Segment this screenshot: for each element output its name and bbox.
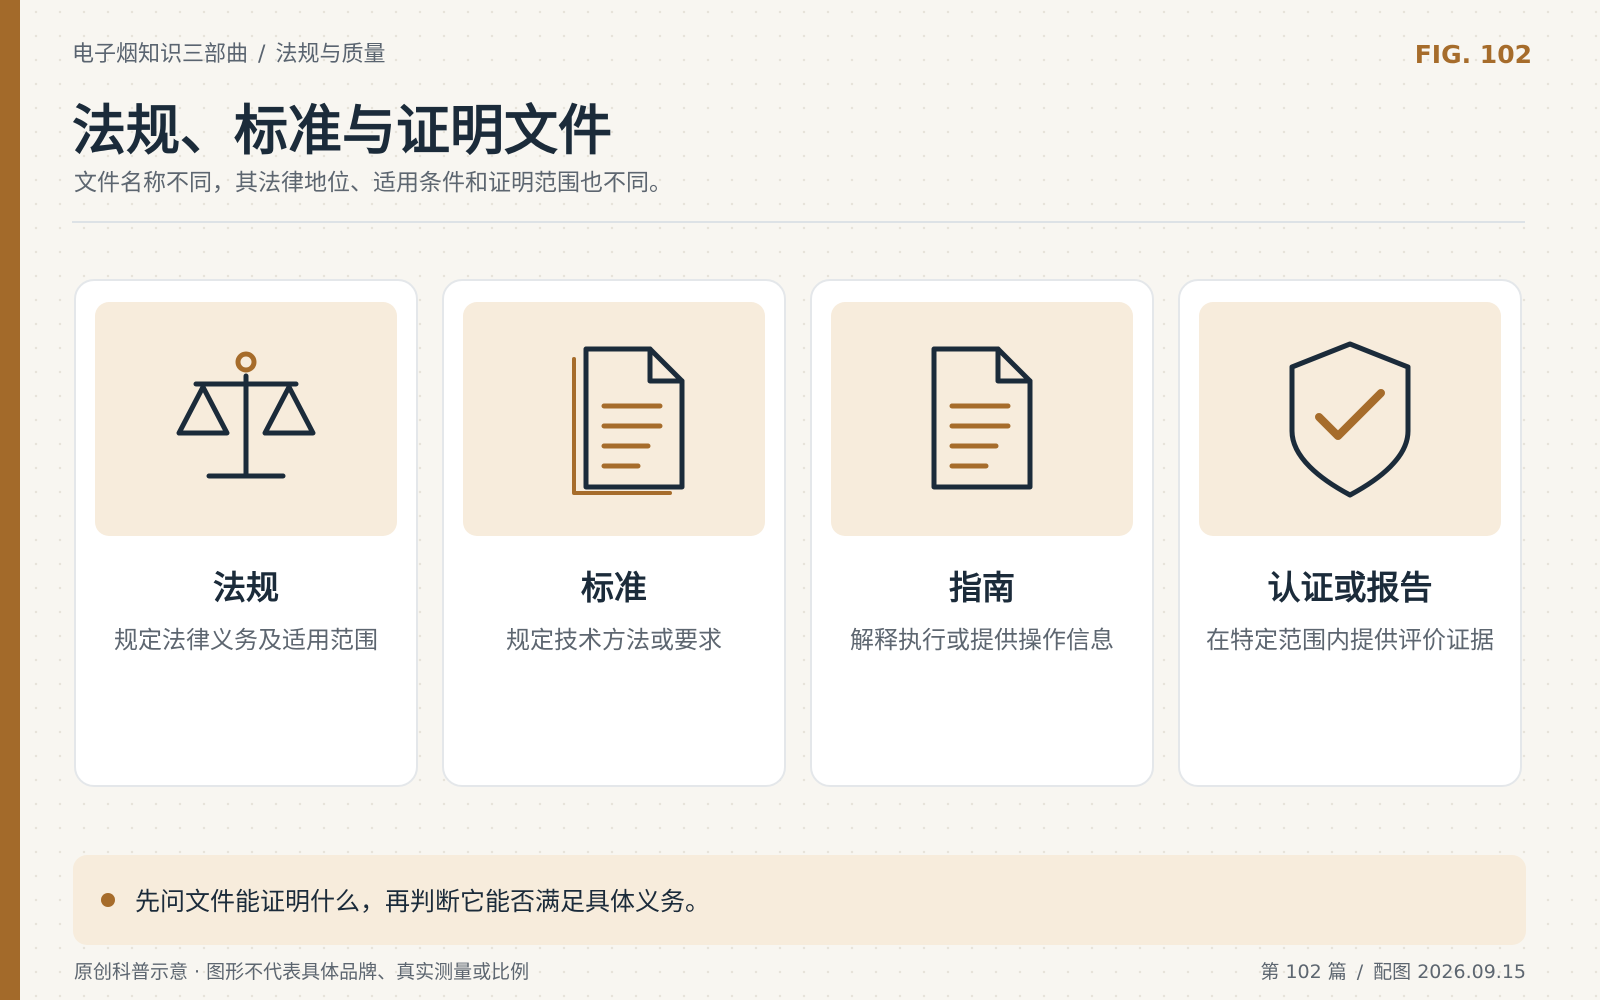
footer-separator: /: [1356, 961, 1364, 983]
footer-date: 配图 2026.09.15: [1373, 961, 1526, 983]
card-description: 规定法律义务及适用范围: [114, 626, 378, 654]
footer-disclaimer: 原创科普示意 · 图形不代表具体品牌、真实测量或比例: [74, 961, 530, 983]
card-description: 规定技术方法或要求: [506, 626, 722, 654]
card-title: 法规: [213, 568, 279, 607]
card-standard: 标准 规定技术方法或要求: [442, 279, 786, 787]
icon-panel: [95, 302, 397, 536]
card-description: 在特定范围内提供评价证据: [1206, 626, 1494, 654]
document-stack-icon: [572, 346, 685, 495]
breadcrumb-separator: /: [258, 42, 266, 67]
icon-panel: [463, 302, 765, 536]
card-title: 标准: [581, 568, 647, 607]
shield-check-icon: [1289, 341, 1411, 498]
breadcrumb: 电子烟知识三部曲 / 法规与质量: [72, 40, 1532, 70]
breadcrumb-item-section[interactable]: 法规与质量: [275, 42, 385, 67]
figure-label: FIG. 102: [1414, 40, 1532, 69]
scales-icon: [176, 351, 316, 479]
card-guide: 指南 解释执行或提供操作信息: [810, 279, 1154, 787]
header-divider: [72, 221, 1525, 223]
card-row: 法规 规定法律义务及适用范围 标准 规定技术方法或要求 指南 解释执行或提供操作…: [74, 279, 1522, 787]
bullet-icon: [101, 893, 115, 907]
footer-meta: 第 102 篇 / 配图 2026.09.15: [1260, 959, 1526, 985]
icon-panel: [1199, 302, 1501, 536]
card-certification: 认证或报告 在特定范围内提供评价证据: [1178, 279, 1522, 787]
card-regulation: 法规 规定法律义务及适用范围: [74, 279, 418, 787]
note-text: 先问文件能证明什么，再判断它能否满足具体义务。: [135, 887, 711, 916]
icon-panel: [831, 302, 1133, 536]
page-title: 法规、标准与证明文件: [72, 99, 612, 162]
card-title: 认证或报告: [1267, 568, 1433, 607]
footer-page-number: 第 102 篇: [1260, 961, 1347, 983]
card-title: 指南: [949, 568, 1015, 607]
document-icon: [931, 346, 1033, 490]
header: 电子烟知识三部曲 / 法规与质量 FIG. 102 法规、标准与证明文件 文件名称不…: [72, 40, 1532, 223]
page-subtitle: 文件名称不同，其法律地位、适用条件和证明范围也不同。: [74, 170, 672, 196]
card-description: 解释执行或提供操作信息: [850, 626, 1114, 654]
breadcrumb-item-series[interactable]: 电子烟知识三部曲: [72, 42, 248, 67]
key-note: 先问文件能证明什么，再判断它能否满足具体义务。: [73, 855, 1526, 945]
left-accent-bar: [0, 0, 20, 1000]
